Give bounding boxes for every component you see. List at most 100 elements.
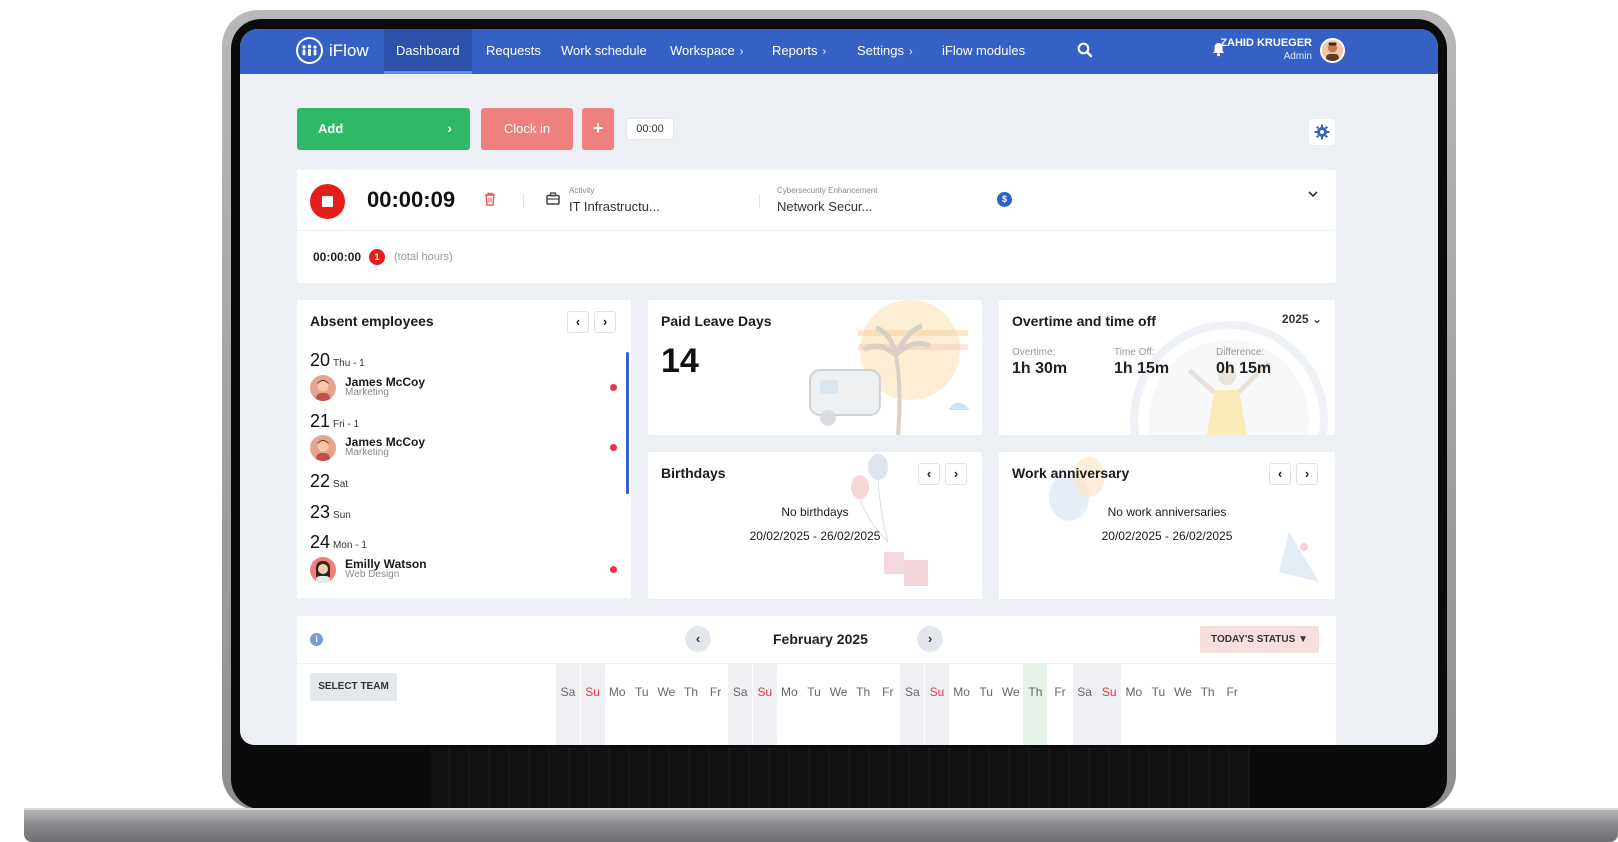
- day-header: 23 Sun: [310, 502, 351, 523]
- calendar-day-header: Th: [856, 685, 871, 699]
- status-dot: [610, 444, 617, 451]
- activity-select[interactable]: IT Infrastructu...: [569, 199, 660, 214]
- status-dot: [610, 566, 617, 573]
- laptop-base: [24, 810, 1618, 842]
- year-select[interactable]: 2025 ⌄: [1282, 312, 1322, 326]
- chevron-down-icon[interactable]: [1307, 190, 1319, 198]
- todays-status-filter[interactable]: TODAY'S STATUS ▼: [1200, 626, 1319, 653]
- add-button[interactable]: Add ›: [297, 108, 470, 150]
- date-range: 20/02/2025 - 26/02/2025: [749, 529, 881, 543]
- calendar-day-header: We: [1174, 685, 1192, 699]
- year-value: 2025: [1281, 312, 1309, 326]
- time-off-stat: Time Off: 1h 15m: [1114, 347, 1169, 378]
- calendar-day-header: Tu: [635, 685, 649, 699]
- nav-requests[interactable]: Requests: [486, 29, 541, 74]
- nav-work-schedule[interactable]: Work schedule: [561, 29, 647, 74]
- list-item[interactable]: James McCoy Marketing: [310, 372, 620, 402]
- prev-button[interactable]: ‹: [918, 463, 940, 485]
- calendar-day-header: Th: [1200, 685, 1215, 699]
- stop-timer-button[interactable]: [310, 184, 345, 219]
- nav-settings[interactable]: Settings ›: [857, 29, 913, 74]
- avatar: [310, 375, 336, 401]
- time-field[interactable]: 00:00: [626, 118, 674, 140]
- overtime-card: Overtime and time off 2025 ⌄ Overtime: 1…: [999, 300, 1335, 435]
- stat-value: 1h 30m: [1012, 360, 1068, 377]
- nav-label: Settings: [857, 43, 904, 58]
- app-screen: iFlow Dashboard Requests Work schedule W…: [240, 29, 1438, 745]
- overtime-stat: Overtime: 1h 30m: [1012, 347, 1067, 378]
- calendar-day-header: Tu: [1151, 685, 1166, 699]
- calendar-day-header: Sa: [556, 664, 580, 745]
- avatar: [310, 557, 336, 583]
- calendar-day-header: Mo: [953, 685, 970, 699]
- user-name[interactable]: ZAHID KRUEGER: [1220, 37, 1312, 49]
- prev-button[interactable]: ‹: [567, 311, 589, 333]
- divider: [759, 194, 760, 208]
- project-label: Cybersecurity Enhancement: [777, 186, 878, 195]
- project-select[interactable]: Network Secur...: [777, 199, 872, 214]
- logo[interactable]: iFlow: [296, 37, 369, 64]
- calendar-day-header: Fr: [882, 685, 894, 699]
- next-button[interactable]: ›: [594, 311, 616, 333]
- elapsed-time: 00:00:09: [367, 187, 456, 212]
- next-month-button[interactable]: ›: [917, 626, 943, 652]
- calendar-day-header: Mo: [781, 685, 798, 699]
- nav-dashboard[interactable]: Dashboard: [384, 29, 472, 74]
- total-hours-label: (total hours): [394, 251, 453, 263]
- list-item[interactable]: James McCoy Marketing: [310, 432, 620, 462]
- settings-button[interactable]: [1309, 119, 1335, 145]
- nav-label: Dashboard: [396, 43, 460, 58]
- day-label: Sat: [333, 479, 349, 490]
- nav-workspace[interactable]: Workspace ›: [670, 29, 743, 74]
- chevron-right-icon: ›: [739, 46, 744, 58]
- calendar-day-header: Th: [1023, 664, 1048, 745]
- filter-label: TODAY'S STATUS: [1211, 634, 1296, 645]
- next-button[interactable]: ›: [945, 463, 967, 485]
- employee-department: Web Design: [345, 569, 400, 580]
- card-title: Overtime and time off: [1012, 313, 1156, 329]
- day-label: Thu - 1: [333, 358, 365, 369]
- stat-label: Overtime:: [1012, 347, 1056, 358]
- calendar-day-header: Tu: [807, 685, 821, 699]
- day-label: Fri - 1: [333, 419, 360, 430]
- chevron-right-icon: ›: [822, 46, 827, 58]
- prev-button[interactable]: ‹: [1269, 463, 1291, 485]
- add-time-button[interactable]: +: [582, 108, 614, 150]
- list-item[interactable]: Emilly Watson Web Design: [310, 554, 620, 584]
- nav-iflow-modules[interactable]: iFlow modules: [942, 29, 1025, 74]
- keyboard-reflection: [430, 748, 1250, 810]
- card-title: Paid Leave Days: [661, 313, 772, 329]
- day-header: 20 Thu - 1: [310, 350, 365, 371]
- activity-label: Activity: [569, 186, 595, 195]
- search-icon[interactable]: [1076, 41, 1094, 59]
- briefcase-icon: [546, 192, 560, 205]
- calendar-day-header: We: [1001, 685, 1020, 699]
- stat-label: Time Off:: [1114, 347, 1155, 358]
- info-icon[interactable]: i: [310, 633, 323, 646]
- day-number: 23: [310, 502, 331, 522]
- calendar-day-header: Mo: [1125, 685, 1143, 699]
- day-number: 21: [310, 411, 331, 431]
- entries-count-badge: 1: [369, 249, 385, 265]
- clock-in-button[interactable]: Clock in: [481, 108, 573, 150]
- nav-reports[interactable]: Reports ›: [772, 29, 826, 74]
- team-calendar: i ‹ February 2025 › TODAY'S STATUS ▼ SEL…: [297, 616, 1336, 745]
- absent-employees-card: Absent employees ‹ › 20 Thu - 1 James McC…: [297, 300, 631, 598]
- calendar-day-header: Su: [1097, 664, 1122, 745]
- prev-month-button[interactable]: ‹: [685, 626, 711, 652]
- scrollbar[interactable]: [626, 352, 629, 494]
- calendar-day-header: We: [829, 685, 848, 699]
- select-team-button[interactable]: SELECT TEAM: [310, 673, 397, 701]
- calendar-day-header: Th: [683, 685, 698, 699]
- calendar-day-header: Fr: [709, 685, 722, 699]
- empty-state: No work anniversaries: [1107, 505, 1227, 519]
- trash-icon[interactable]: [484, 192, 496, 206]
- nav-label: Workspace: [670, 43, 735, 58]
- calendar-day-header: Fr: [1054, 685, 1066, 699]
- billable-dollar-icon[interactable]: $: [997, 192, 1012, 207]
- stat-value: 1h 15m: [1114, 360, 1170, 377]
- next-button[interactable]: ›: [1296, 463, 1318, 485]
- employee-department: Marketing: [345, 447, 389, 458]
- logo-text: iFlow: [329, 40, 369, 60]
- user-avatar[interactable]: [1320, 38, 1345, 63]
